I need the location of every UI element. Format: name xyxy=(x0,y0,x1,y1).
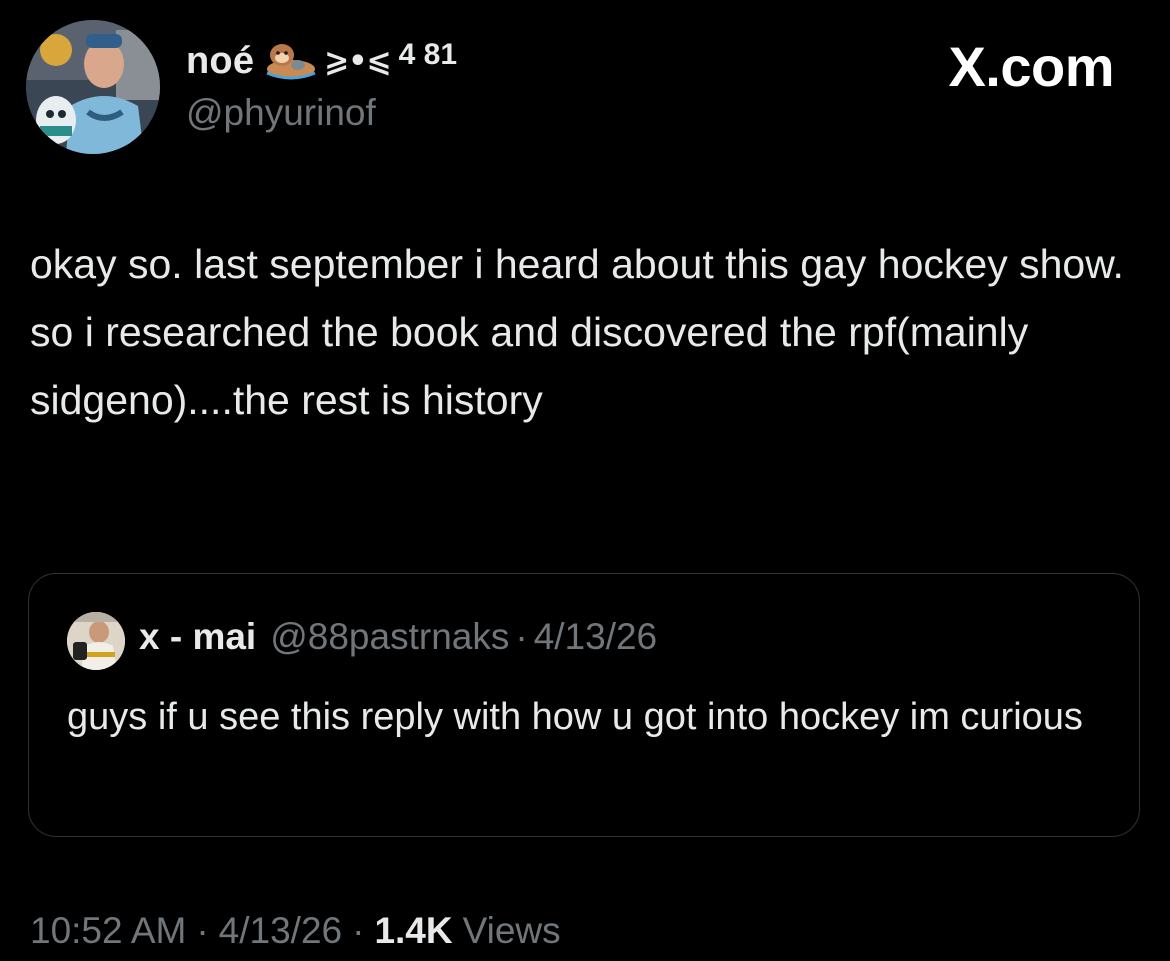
quoted-author-avatar[interactable] xyxy=(67,612,125,670)
meta-separator: · xyxy=(352,910,365,951)
tweet-meta: 10:52 AM · 4/13/26 · 1.4K Views xyxy=(30,910,561,952)
xcom-watermark: X.com xyxy=(948,35,1114,98)
meta-separator: · xyxy=(196,910,209,951)
quoted-tweet-header: x - mai @88pastrnaks · 4/13/26 xyxy=(139,616,657,658)
author-handle[interactable]: @phyurinof xyxy=(186,92,376,134)
author-avatar[interactable] xyxy=(26,20,160,154)
tweet-card: noé ⩾•⩽ 4 81 @phyurinof X.com okay so. l… xyxy=(0,0,1170,961)
tweet-date[interactable]: 4/13/26 xyxy=(219,910,342,952)
quoted-author-handle[interactable]: @88pastrnaks xyxy=(270,616,509,658)
tweet-text: okay so. last september i heard about th… xyxy=(30,241,1124,423)
quoted-tweet-date[interactable]: 4/13/26 xyxy=(534,616,657,658)
author-name-number: 4 81 xyxy=(398,38,458,71)
author-name-row[interactable]: noé ⩾•⩽ 4 81 xyxy=(186,36,457,86)
views-count[interactable]: 1.4K xyxy=(374,910,452,952)
quoted-separator: · xyxy=(515,616,528,657)
author-name-emoticon: ⩾•⩽ xyxy=(324,43,391,79)
views-label: Views xyxy=(462,910,561,951)
author-display-name[interactable]: noé xyxy=(186,40,254,83)
quoted-author-name[interactable]: x - mai xyxy=(139,616,256,658)
quoted-tweet[interactable]: x - mai @88pastrnaks · 4/13/26 guys if u… xyxy=(28,573,1140,837)
otter-icon xyxy=(264,39,318,83)
quoted-tweet-text: guys if u see this reply with how u got … xyxy=(67,696,1083,738)
tweet-time[interactable]: 10:52 AM xyxy=(30,910,186,952)
